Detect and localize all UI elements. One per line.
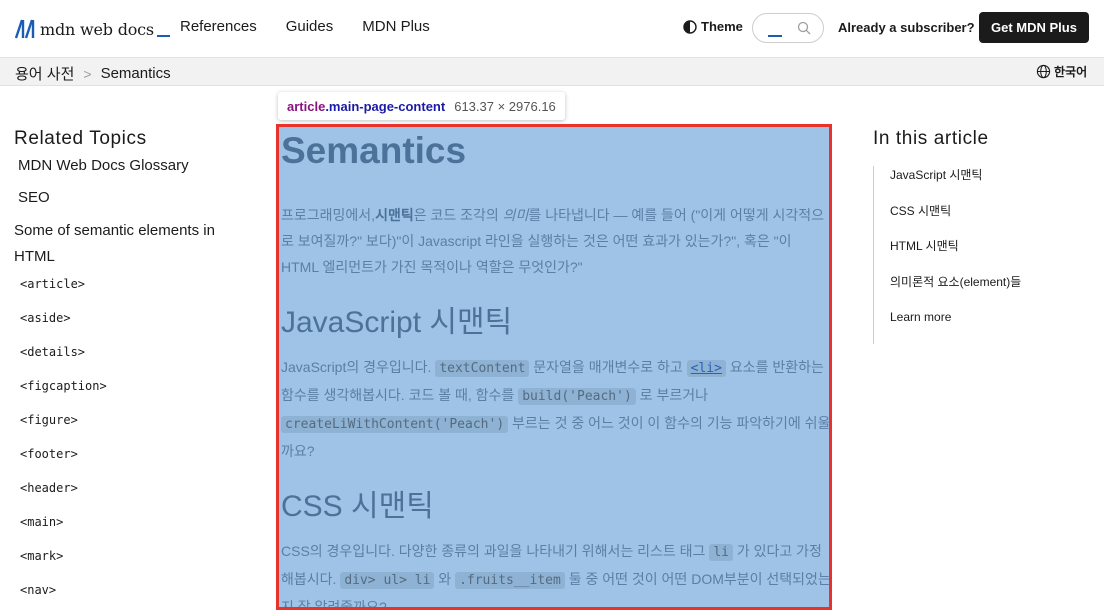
toc-item-learn-more[interactable]: Learn more	[890, 308, 1093, 344]
related-topics-sidebar: Related Topics MDN Web Docs Glossary SEO…	[14, 128, 254, 610]
sidebar-link-glossary[interactable]: MDN Web Docs Glossary	[18, 157, 254, 189]
toc-item-javascript[interactable]: JavaScript 시맨틱	[890, 166, 1093, 202]
sidebar-element-details[interactable]: <details>	[20, 341, 254, 375]
sidebar-element-aside[interactable]: <aside>	[20, 307, 254, 341]
nav-mdn-plus[interactable]: MDN Plus	[362, 18, 430, 35]
logo-underscore	[156, 35, 170, 37]
code-textcontent: textContent	[435, 360, 530, 377]
devtools-inspector-tooltip: article.main-page-content 613.37 × 2976.…	[278, 92, 565, 120]
logo-text: mdn web docs	[40, 19, 154, 39]
toc-item-semantic-elements[interactable]: 의미론적 요소(element)들	[890, 273, 1093, 309]
sidebar-heading: Related Topics	[14, 128, 147, 149]
breadcrumb-separator: >	[83, 65, 92, 82]
heading-css: CSS 시맨틱	[281, 490, 434, 523]
intro-text-1: 프로그래밍에서,	[281, 207, 376, 223]
subscriber-login-link[interactable]: Already a subscriber?	[838, 20, 975, 35]
toc-heading: In this article	[873, 128, 989, 149]
search-icon[interactable]	[797, 21, 811, 35]
code-div-ul-li: div> ul> li	[340, 572, 435, 589]
code-li-link[interactable]: <li>	[686, 360, 726, 377]
sidebar-element-figure[interactable]: <figure>	[20, 409, 254, 443]
mdn-logo[interactable]: mdn web docs	[14, 16, 170, 42]
page-title: Semantics	[281, 130, 467, 171]
sidebar-element-mark[interactable]: <mark>	[20, 545, 254, 579]
js-text-2: 문자열을 매개변수로 하고	[529, 359, 687, 375]
breadcrumb-bar: 용어 사전 > Semantics 한국어	[0, 58, 1104, 86]
intro-bold: 시맨틱	[375, 207, 414, 223]
sidebar-sub-heading: Some of semantic elements in HTML	[14, 222, 215, 265]
theme-contrast-icon	[683, 19, 697, 34]
sidebar-link-seo[interactable]: SEO	[18, 189, 254, 221]
language-label: 한국어	[1054, 65, 1088, 79]
sidebar-element-footer[interactable]: <footer>	[20, 443, 254, 477]
breadcrumb-glossary[interactable]: 용어 사전	[15, 63, 74, 84]
globe-icon	[1036, 64, 1051, 79]
search-box[interactable]	[752, 13, 824, 43]
language-button[interactable]: 한국어	[1036, 63, 1087, 80]
main-nav: References Guides MDN Plus	[180, 18, 430, 35]
mdn-logo-icon	[14, 19, 35, 39]
top-header: mdn web docs References Guides MDN Plus …	[0, 0, 1104, 58]
toc-item-html[interactable]: HTML 시맨틱	[890, 237, 1093, 273]
theme-label: Theme	[701, 19, 743, 34]
code-li: li	[709, 544, 733, 561]
nav-guides[interactable]: Guides	[286, 18, 334, 35]
get-mdn-plus-button[interactable]: Get MDN Plus	[979, 12, 1089, 43]
main-page-content: Semantics 프로그래밍에서,시맨틱은 코드 조각의 의미를 나타냅니다 …	[276, 124, 832, 610]
heading-javascript: JavaScript 시맨틱	[281, 306, 513, 339]
code-fruits-item: .fruits__item	[455, 572, 565, 589]
css-paragraph: CSS의 경우입니다. 다양한 종류의 과일을 나타내기 위해서는 리스트 태그…	[281, 538, 829, 607]
article-body: Semantics 프로그래밍에서,시맨틱은 코드 조각의 의미를 나타냅니다 …	[281, 127, 829, 607]
sidebar-element-article[interactable]: <article>	[20, 273, 254, 307]
table-of-contents: In this article JavaScript 시맨틱 CSS 시맨틱 H…	[873, 128, 1093, 344]
inspector-selector: article.main-page-content	[287, 99, 445, 114]
js-text-1: JavaScript의 경우입니다.	[281, 359, 436, 375]
css-text-1: CSS의 경우입니다. 다양한 종류의 과일을 나타내기 위해서는 리스트 태그	[281, 543, 710, 559]
code-createli: createLiWithContent('Peach')	[281, 416, 509, 433]
sidebar-element-nav[interactable]: <nav>	[20, 579, 254, 610]
nav-references[interactable]: References	[180, 18, 257, 35]
breadcrumb: 용어 사전 > Semantics	[15, 63, 171, 84]
sidebar-element-header[interactable]: <header>	[20, 477, 254, 511]
css-text-3: 와	[434, 571, 456, 587]
sidebar-element-main[interactable]: <main>	[20, 511, 254, 545]
breadcrumb-current[interactable]: Semantics	[101, 65, 171, 82]
inspector-class: .main-page-content	[325, 98, 446, 114]
intro-text-2: 은 코드 조각의	[413, 207, 503, 223]
inspector-tag: article	[287, 98, 326, 114]
search-caret	[768, 35, 782, 37]
javascript-paragraph: JavaScript의 경우입니다. textContent 문자열을 매개변수…	[281, 354, 829, 464]
intro-paragraph: 프로그래밍에서,시맨틱은 코드 조각의 의미를 나타냅니다 — 예를 들어 ("…	[281, 202, 829, 280]
toc-list: JavaScript 시맨틱 CSS 시맨틱 HTML 시맨틱 의미론적 요소(…	[873, 166, 1093, 344]
inspector-size: 613.37 × 2976.16	[454, 98, 556, 114]
js-text-4: 로 부르거나	[635, 387, 708, 403]
toc-item-css[interactable]: CSS 시맨틱	[890, 202, 1093, 238]
intro-italic: 의미	[502, 207, 529, 223]
code-build: build('Peach')	[518, 388, 636, 405]
theme-button[interactable]: Theme	[683, 19, 743, 34]
sidebar-element-figcaption[interactable]: <figcaption>	[20, 375, 254, 409]
